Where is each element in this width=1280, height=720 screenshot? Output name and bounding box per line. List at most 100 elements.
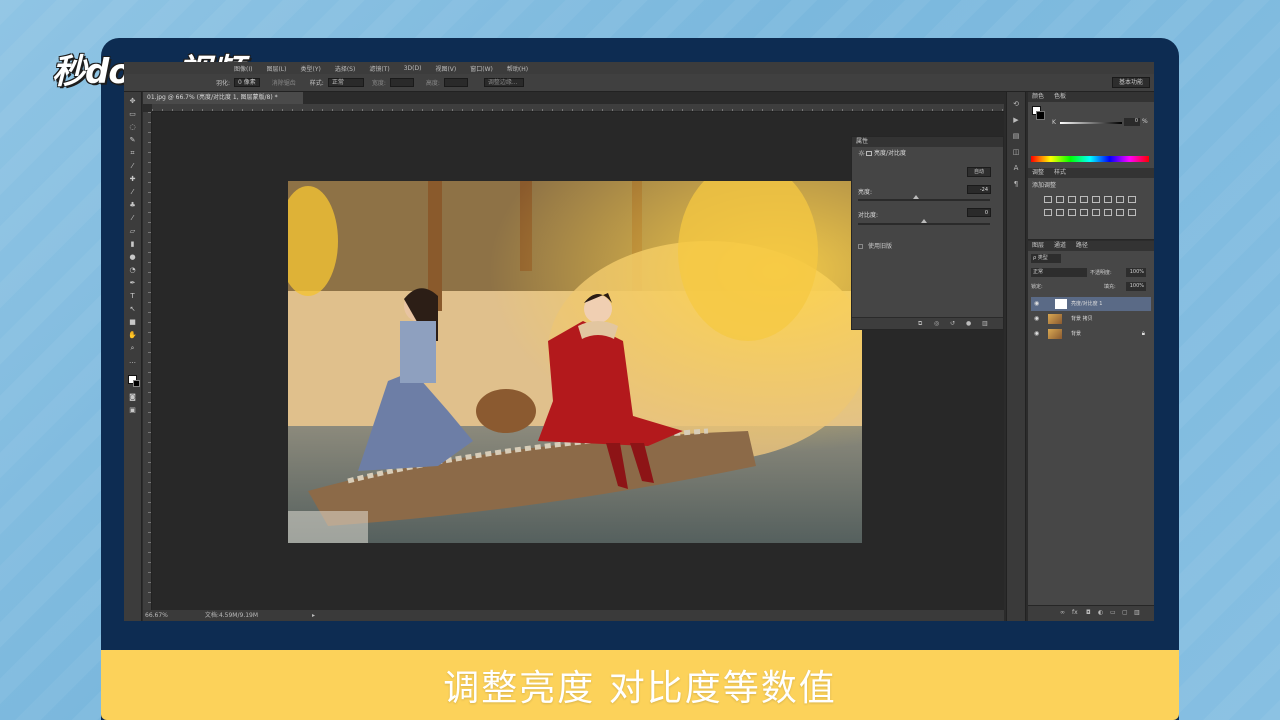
add-mask-icon[interactable]: ◘ bbox=[1086, 609, 1091, 616]
height-input[interactable] bbox=[443, 78, 468, 87]
delete-layer-icon[interactable]: ▥ bbox=[1134, 609, 1140, 616]
vibrance-adjust-icon[interactable] bbox=[1092, 196, 1100, 203]
eye-icon[interactable]: ◉ bbox=[1034, 297, 1039, 311]
contrast-input[interactable]: 0 bbox=[967, 208, 991, 217]
use-legacy-checkbox[interactable]: 使用旧版 bbox=[858, 241, 892, 250]
mask-icon[interactable] bbox=[866, 151, 872, 156]
menu-help[interactable]: 帮助(H) bbox=[507, 64, 528, 73]
refine-edge-button[interactable]: 调整边缘... bbox=[483, 78, 524, 87]
brush-tool-icon[interactable]: ⁄ bbox=[128, 188, 138, 196]
curves-adjust-icon[interactable] bbox=[1068, 196, 1076, 203]
tab-layers[interactable]: 图层 bbox=[1032, 242, 1044, 249]
menu-3d[interactable]: 3D(D) bbox=[404, 65, 422, 72]
group-icon[interactable]: ▭ bbox=[1110, 609, 1116, 616]
tab-swatches[interactable]: 色板 bbox=[1054, 93, 1066, 100]
blur-tool-icon[interactable]: ● bbox=[128, 253, 138, 261]
selective-color-adjust-icon[interactable] bbox=[1128, 209, 1136, 216]
channel-mixer-adjust-icon[interactable] bbox=[1056, 209, 1064, 216]
actions-icon[interactable]: ▶ bbox=[1012, 116, 1020, 124]
style-select[interactable]: 正常 bbox=[327, 78, 364, 87]
opacity-input[interactable]: 100% bbox=[1126, 268, 1146, 277]
k-input[interactable]: 0 bbox=[1124, 118, 1140, 126]
k-slider[interactable] bbox=[1060, 122, 1122, 124]
exposure-adjust-icon[interactable] bbox=[1080, 196, 1088, 203]
color-balance-adjust-icon[interactable] bbox=[1116, 196, 1124, 203]
threshold-adjust-icon[interactable] bbox=[1104, 209, 1112, 216]
antialias-checkbox[interactable]: 消除锯齿 bbox=[272, 78, 296, 87]
path-select-tool-icon[interactable]: ↖ bbox=[128, 305, 138, 313]
healing-tool-icon[interactable]: ✚ bbox=[128, 175, 138, 183]
color-swatches-icon[interactable] bbox=[127, 375, 140, 387]
contrast-slider-thumb[interactable] bbox=[921, 219, 927, 223]
background-swatch[interactable] bbox=[1036, 111, 1045, 120]
properties-dock-icon[interactable]: ▤ bbox=[1012, 132, 1020, 140]
eyedropper-tool-icon[interactable]: ⁄ bbox=[128, 162, 138, 170]
move-tool-icon[interactable]: ✥ bbox=[128, 97, 138, 105]
paragraph-icon[interactable]: ¶ bbox=[1012, 180, 1020, 188]
menu-select[interactable]: 选择(S) bbox=[335, 64, 356, 73]
brightness-slider-thumb[interactable] bbox=[913, 195, 919, 199]
levels-adjust-icon[interactable] bbox=[1056, 196, 1064, 203]
posterize-adjust-icon[interactable] bbox=[1092, 209, 1100, 216]
blend-mode-select[interactable]: 正常 bbox=[1031, 268, 1087, 277]
new-layer-icon[interactable]: ▢ bbox=[1122, 609, 1128, 616]
lasso-tool-icon[interactable]: ◌ bbox=[128, 123, 138, 131]
photo-filter-adjust-icon[interactable] bbox=[1044, 209, 1052, 216]
document-tab[interactable]: 01.jpg @ 66.7% (亮度/对比度 1, 图层蒙版/8) * bbox=[143, 92, 303, 104]
contrast-slider[interactable] bbox=[858, 223, 990, 225]
crop-tool-icon[interactable]: ⌗ bbox=[128, 149, 138, 157]
eye-icon[interactable]: ◉ bbox=[1034, 327, 1039, 341]
visibility-icon[interactable]: ● bbox=[966, 320, 971, 327]
menu-layer[interactable]: 图层(L) bbox=[266, 64, 286, 73]
tab-color[interactable]: 颜色 bbox=[1032, 93, 1044, 100]
menu-filter[interactable]: 滤镜(T) bbox=[369, 64, 389, 73]
color-lookup-adjust-icon[interactable] bbox=[1068, 209, 1076, 216]
menu-type[interactable]: 类型(Y) bbox=[300, 64, 320, 73]
eye-icon[interactable]: ◉ bbox=[1034, 312, 1039, 326]
quick-mask-icon[interactable]: ◙ bbox=[128, 393, 138, 401]
layer-row-background-copy[interactable]: ◉ 背景 拷贝 bbox=[1031, 312, 1151, 326]
gradient-map-adjust-icon[interactable] bbox=[1116, 209, 1124, 216]
black-white-adjust-icon[interactable] bbox=[1128, 196, 1136, 203]
tab-styles[interactable]: 样式 bbox=[1054, 169, 1066, 176]
gradient-tool-icon[interactable]: ▮ bbox=[128, 240, 138, 248]
menu-view[interactable]: 视图(V) bbox=[435, 64, 456, 73]
new-adjustment-icon[interactable]: ◐ bbox=[1098, 609, 1103, 616]
brightness-input[interactable]: -24 bbox=[967, 185, 991, 194]
feather-input[interactable]: 0 像素 bbox=[234, 78, 260, 87]
reset-icon[interactable]: ↺ bbox=[950, 320, 955, 327]
brightness-slider[interactable] bbox=[858, 199, 990, 201]
shape-tool-icon[interactable]: ■ bbox=[128, 318, 138, 326]
menu-image[interactable]: 图像(I) bbox=[234, 64, 252, 73]
layer-mask-thumbnail[interactable] bbox=[1055, 299, 1067, 309]
zoom-level[interactable]: 66.67% bbox=[145, 610, 175, 621]
adjust-dock-icon[interactable]: ◫ bbox=[1012, 148, 1020, 156]
history-brush-tool-icon[interactable]: ⁄ bbox=[128, 214, 138, 222]
color-spectrum[interactable] bbox=[1031, 156, 1149, 162]
type-tool-icon[interactable]: T bbox=[128, 292, 138, 300]
layer-row-background[interactable]: ◉ 背景 🔒︎ bbox=[1031, 327, 1151, 341]
fx-icon[interactable]: fx bbox=[1072, 609, 1078, 616]
marquee-tool-icon[interactable]: ▭ bbox=[128, 110, 138, 118]
history-icon[interactable]: ⟲ bbox=[1012, 100, 1020, 108]
tab-paths[interactable]: 路径 bbox=[1076, 242, 1088, 249]
tab-adjustments[interactable]: 调整 bbox=[1032, 169, 1044, 176]
more-tools-icon[interactable]: … bbox=[128, 357, 138, 365]
screen-mode-icon[interactable]: ▣ bbox=[128, 406, 138, 414]
menu-window[interactable]: 窗口(W) bbox=[470, 64, 493, 73]
tab-channels[interactable]: 通道 bbox=[1054, 242, 1066, 249]
hue-adjust-icon[interactable] bbox=[1104, 196, 1112, 203]
pen-tool-icon[interactable]: ✒ bbox=[128, 279, 138, 287]
fill-input[interactable]: 100% bbox=[1126, 282, 1146, 291]
link-layers-icon[interactable]: ∞ bbox=[1060, 609, 1065, 616]
document-photo[interactable] bbox=[288, 181, 862, 543]
character-icon[interactable]: A bbox=[1012, 164, 1020, 172]
layer-kind-filter[interactable]: ρ 类型 bbox=[1031, 254, 1061, 263]
quick-select-tool-icon[interactable]: ✎ bbox=[128, 136, 138, 144]
stamp-tool-icon[interactable]: ♣ bbox=[128, 201, 138, 209]
trash-icon[interactable]: ▥ bbox=[982, 320, 988, 327]
view-previous-icon[interactable]: ◎ bbox=[934, 320, 939, 327]
layer-row-adjustment[interactable]: ◉ 亮度/对比度 1 bbox=[1031, 297, 1151, 311]
eraser-tool-icon[interactable]: ▱ bbox=[128, 227, 138, 235]
auto-button[interactable]: 自动 bbox=[967, 167, 991, 177]
